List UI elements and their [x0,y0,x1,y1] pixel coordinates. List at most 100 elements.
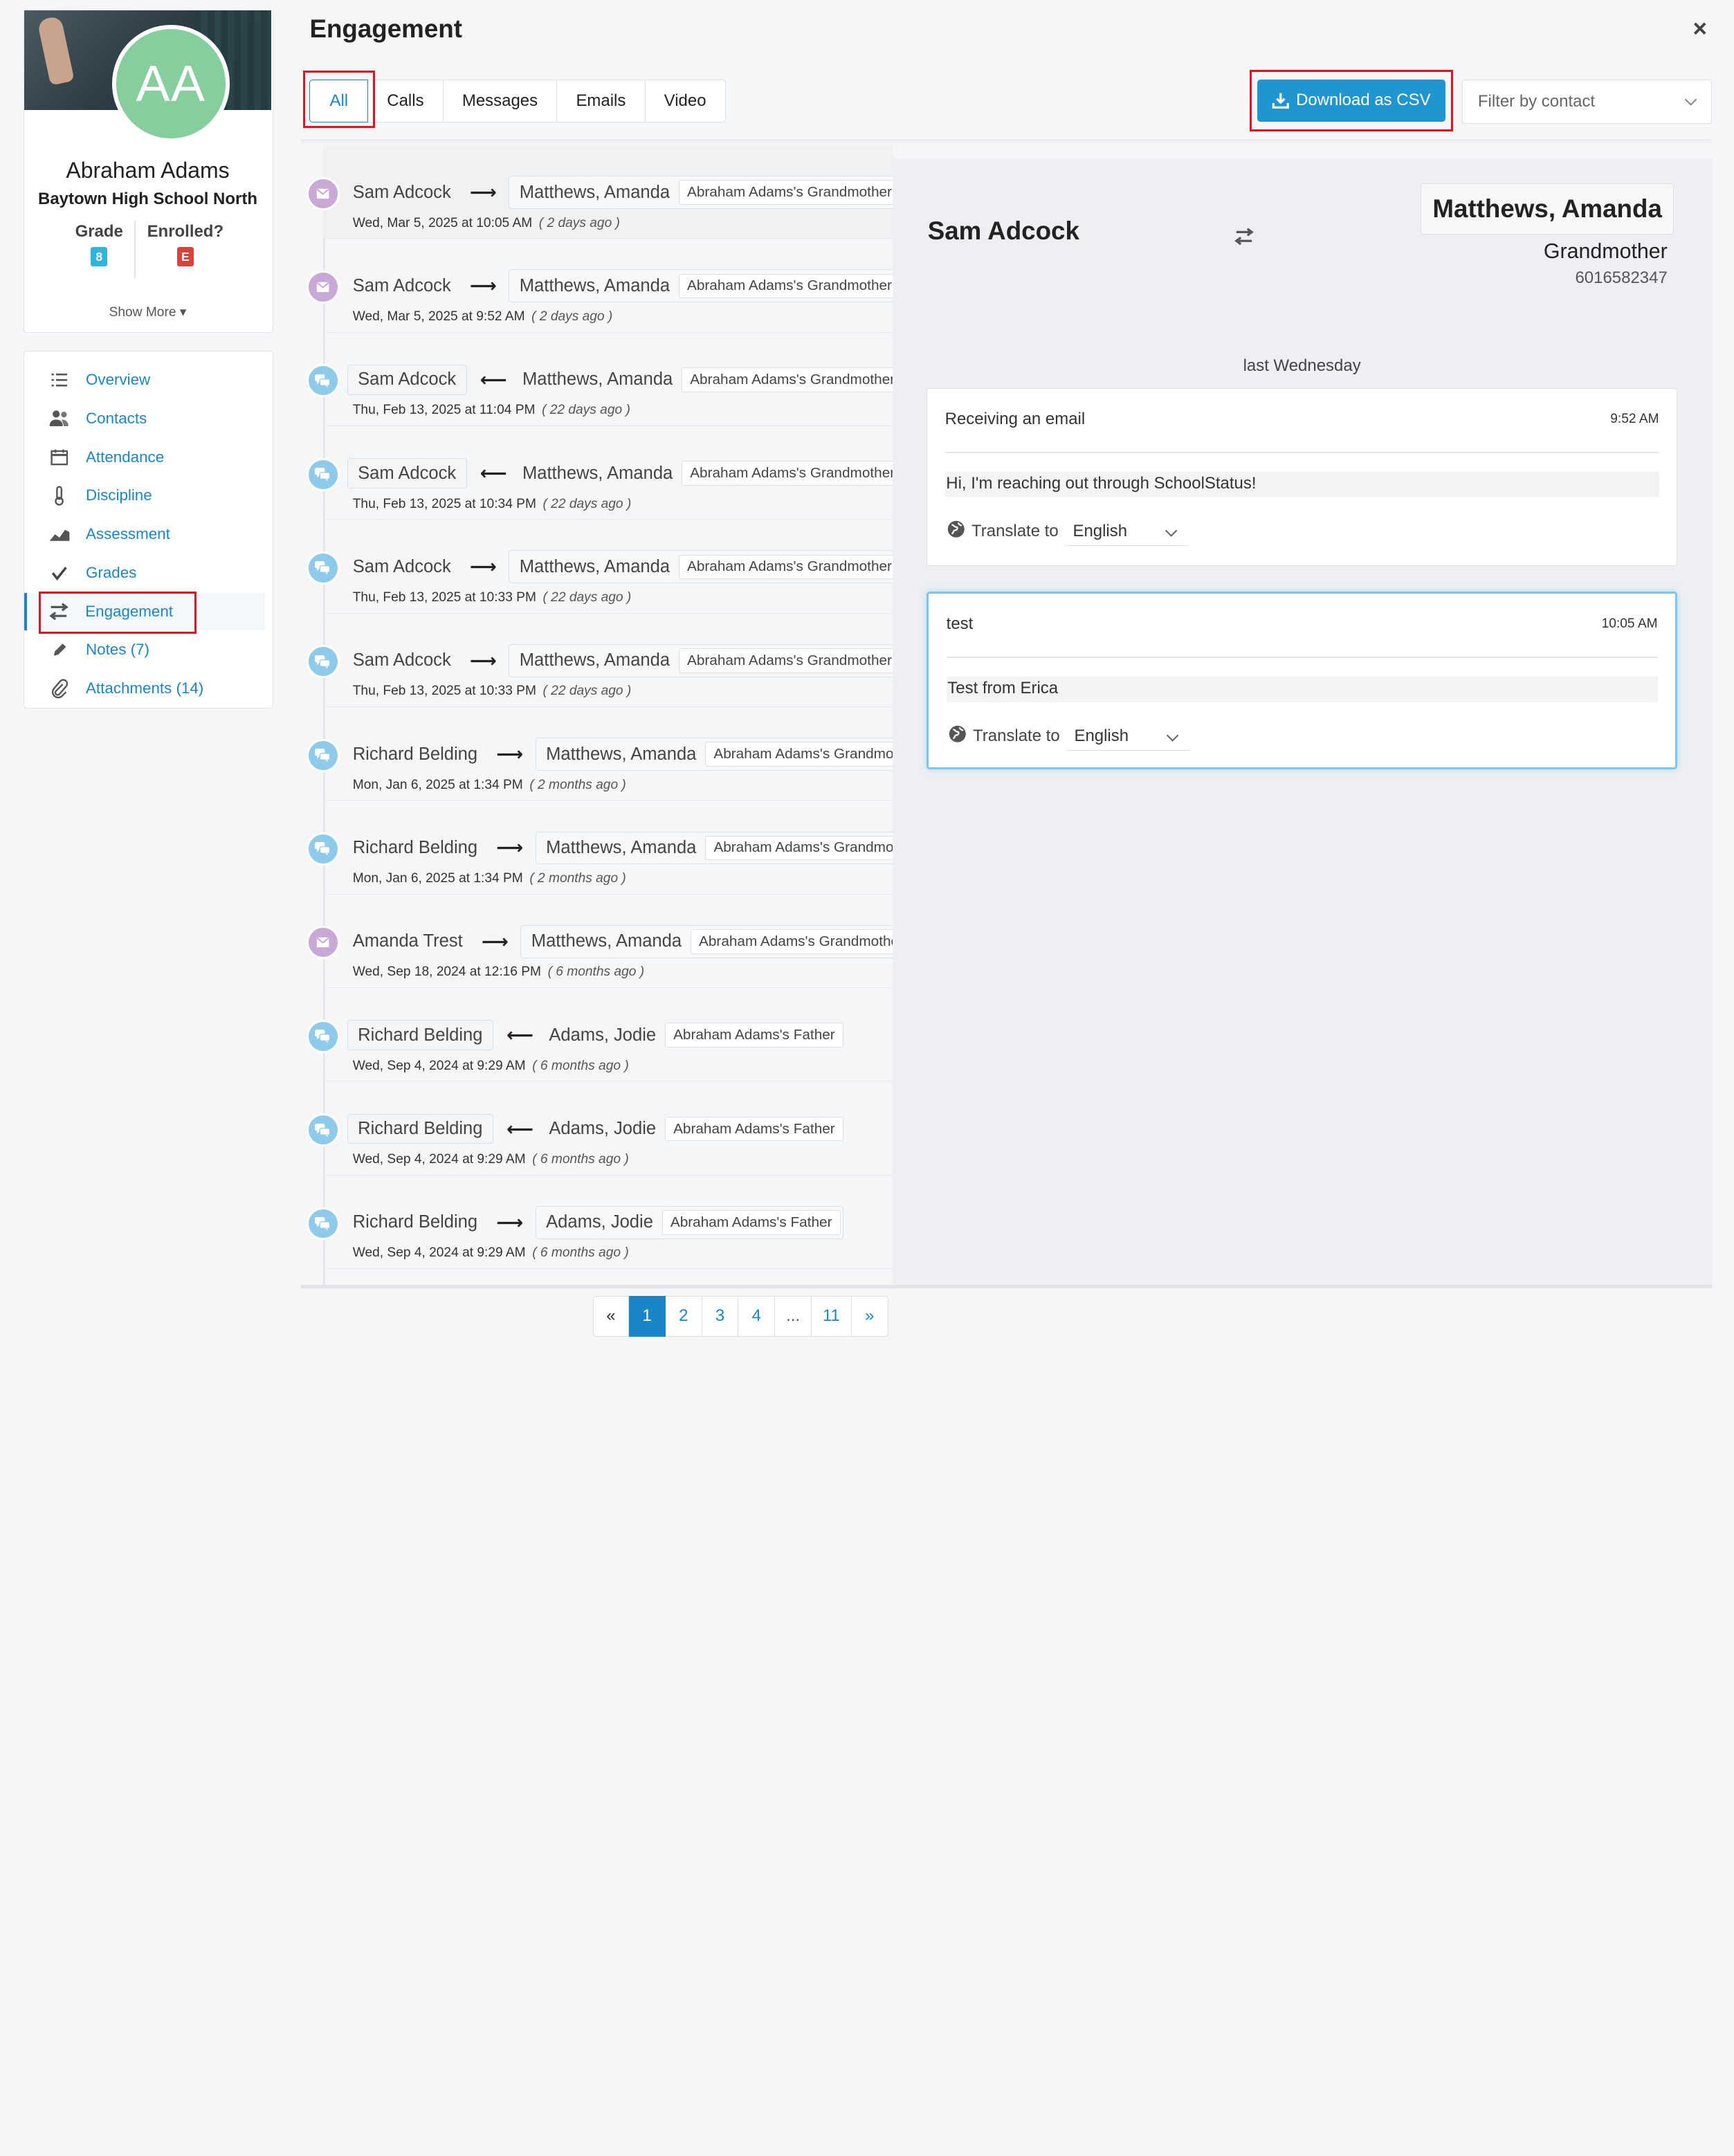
list-item-date: Mon, Jan 6, 2025 at 1:34 PM ( 2 months ag… [353,871,626,886]
globe-icon [949,725,967,748]
student-nav: Overview Contacts Attendance Discipline Asse… [23,350,273,709]
message-icon [306,1113,340,1147]
list-item[interactable]: Richard Belding ⟵ Adams, Jodie Abraham Adam… [306,1081,893,1176]
filter-by-contact-select[interactable]: Filter by contact [1461,80,1712,124]
filter-placeholder: Filter by contact [1477,92,1596,111]
arrow-right-icon: ⟶ [496,1211,524,1233]
show-more-toggle[interactable]: Show More ▾ [24,304,272,320]
tab-calls[interactable]: Calls [368,80,444,123]
grade-badge: 8 [91,246,108,267]
contact-name: Matthews, Amanda [519,650,670,670]
pagination-page[interactable]: 1 [629,1295,666,1337]
grade-stat: Grade 8 [71,222,128,267]
list-item[interactable]: Richard Belding ⟵ Adams, Jodie Abraham Adam… [306,987,893,1082]
sidebar-item-overview[interactable]: Overview [24,361,272,399]
recipient-group: Matthews, Amanda Abraham Adams's Grandmot… [509,643,893,677]
translate-label: Translate to [971,522,1059,540]
list-item[interactable]: Richard Belding ⟶ Matthews, Amanda Abraham … [306,706,893,801]
list-item[interactable]: Sam Adcock ⟶ Matthews, Amanda Abraham Adams… [306,145,893,239]
email-icon [306,926,340,960]
message-icon [306,457,340,491]
message-icon [306,832,340,866]
pagination-next[interactable]: » [851,1295,888,1337]
contact-name: Matthews, Amanda [531,931,682,951]
timestamp: Thu, Feb 13, 2025 at 10:33 PM [352,684,536,699]
list-item[interactable]: Sam Adcock ⟶ Matthews, Amanda Abraham Adams… [306,239,893,333]
pagination-page[interactable]: 2 [665,1295,702,1337]
sender-name: Sam Adcock [347,458,467,488]
arrow-right-icon: ⟶ [469,556,497,578]
sidebar-item-notes[interactable]: Notes (7) [24,631,272,668]
list-item-date: Wed, Sep 4, 2024 at 9:29 AM ( 6 months ag… [353,1152,629,1167]
list-item[interactable]: Richard Belding ⟶ Matthews, Amanda Abraham … [306,801,893,895]
list-item[interactable]: Richard Belding ⟶ Adams, Jodie Abraham Adam… [306,1175,893,1269]
message-icon [306,364,340,398]
engagement-list[interactable]: Sam Adcock ⟶ Matthews, Amanda Abraham Adams… [301,145,893,1288]
language-select[interactable]: English [1064,517,1189,546]
sidebar-item-attendance[interactable]: Attendance [24,438,272,475]
pagination-page[interactable]: 3 [702,1295,739,1337]
sidebar-item-label: Assessment [86,525,170,543]
sender-name: Sam Adcock [352,650,451,670]
relative-time: ( 6 months ago ) [532,1245,629,1261]
list-item[interactable]: Sam Adcock ⟶ Matthews, Amanda Abraham Adams… [306,520,893,614]
arrow-right-icon: ⟶ [496,743,524,765]
list-item-date: Wed, Sep 18, 2024 at 12:16 PM ( 6 months … [353,965,644,980]
language-select[interactable]: English [1065,722,1191,751]
tab-messages[interactable]: Messages [443,80,558,123]
relative-time: ( 6 months ago ) [532,1152,629,1167]
enrolled-label: Enrolled? [147,221,224,241]
tab-emails[interactable]: Emails [557,80,646,123]
pagination-prev[interactable]: « [592,1295,630,1337]
globe-icon [947,520,965,543]
relative-time: ( 22 days ago ) [542,684,632,699]
relation-tag: Abraham Adams's Grandmother [678,648,893,673]
sidebar-item-label: Notes (7) [86,641,149,659]
message-time: 9:52 AM [1610,412,1659,427]
student-name: Abraham Adams [66,157,230,183]
language-value: English [1073,521,1128,540]
sender-name: Sam Adcock [352,556,451,576]
contact-name: Matthews, Amanda [546,837,697,857]
list-item[interactable]: Sam Adcock ⟵ Matthews, Amanda Abraham Adams… [306,332,893,426]
contact-name: Matthews, Amanda [519,182,670,202]
close-icon[interactable]: × [1693,15,1708,43]
relation-tag: Abraham Adams's Grandmother [678,554,893,580]
list-item-date: Wed, Sep 4, 2024 at 9:29 AM ( 6 months ag… [353,1059,629,1074]
list-item[interactable]: Sam Adcock ⟶ Matthews, Amanda Abraham Adams… [306,613,893,707]
contact-name: Adams, Jodie [549,1119,657,1139]
sidebar-item-discipline[interactable]: Discipline [24,477,272,514]
chevron-down-icon [1685,98,1697,106]
recipient-group: Matthews, Amanda Abraham Adams's Grandmot… [509,176,893,209]
message-card[interactable]: Receiving an email 9:52 AM Hi, I'm reachin… [927,387,1678,567]
pencil-icon [48,640,71,660]
relation-tag: Abraham Adams's Grandmother [705,742,893,767]
relation-tag: Abraham Adams's Father [664,1023,843,1048]
calendar-icon [48,447,71,467]
relative-time: ( 2 months ago ) [529,777,626,792]
message-card[interactable]: test 10:05 AM Test from Erica Translate to E… [927,591,1678,770]
list-item[interactable]: Sam Adcock ⟵ Matthews, Amanda Abraham Adams… [306,426,893,520]
sidebar-item-attachments[interactable]: Attachments (14) [24,670,272,707]
list-item-header: Richard Belding ⟵ Adams, Jodie Abraham Adam… [347,1113,843,1146]
arrow-left-icon: ⟵ [506,1117,533,1140]
pagination-page[interactable]: 11 [812,1295,852,1337]
list-item-date: Wed, Mar 5, 2025 at 9:52 AM ( 2 days ago … [353,309,613,325]
sidebar-item-contacts[interactable]: Contacts [24,400,272,437]
contact-name: Matthews, Amanda [522,463,673,483]
tab-video[interactable]: Video [645,80,726,123]
recipient-group: Matthews, Amanda Abraham Adams's Grandmot… [535,831,893,865]
sidebar-item-assessment[interactable]: Assessment [24,515,272,553]
recipient-group: Adams, Jodie Abraham Adams's Father [535,1205,843,1239]
pagination-page[interactable]: 4 [738,1295,776,1337]
sender-name: Richard Belding [352,1212,478,1232]
detail-phone: 6016582347 [1575,268,1668,288]
relative-time: ( 6 months ago ) [547,965,645,980]
message-body: Hi, I'm reaching out through SchoolStatu… [944,471,1659,497]
email-icon [306,176,340,210]
list-item-date: Wed, Mar 5, 2025 at 10:05 AM ( 2 days ago… [353,216,620,231]
list-item[interactable]: Amanda Trest ⟶ Matthews, Amanda Abraham Ada… [306,894,893,988]
sidebar-item-grades[interactable]: Grades [24,554,272,592]
swap-arrows-icon [1234,228,1254,246]
list-icon [48,370,71,390]
